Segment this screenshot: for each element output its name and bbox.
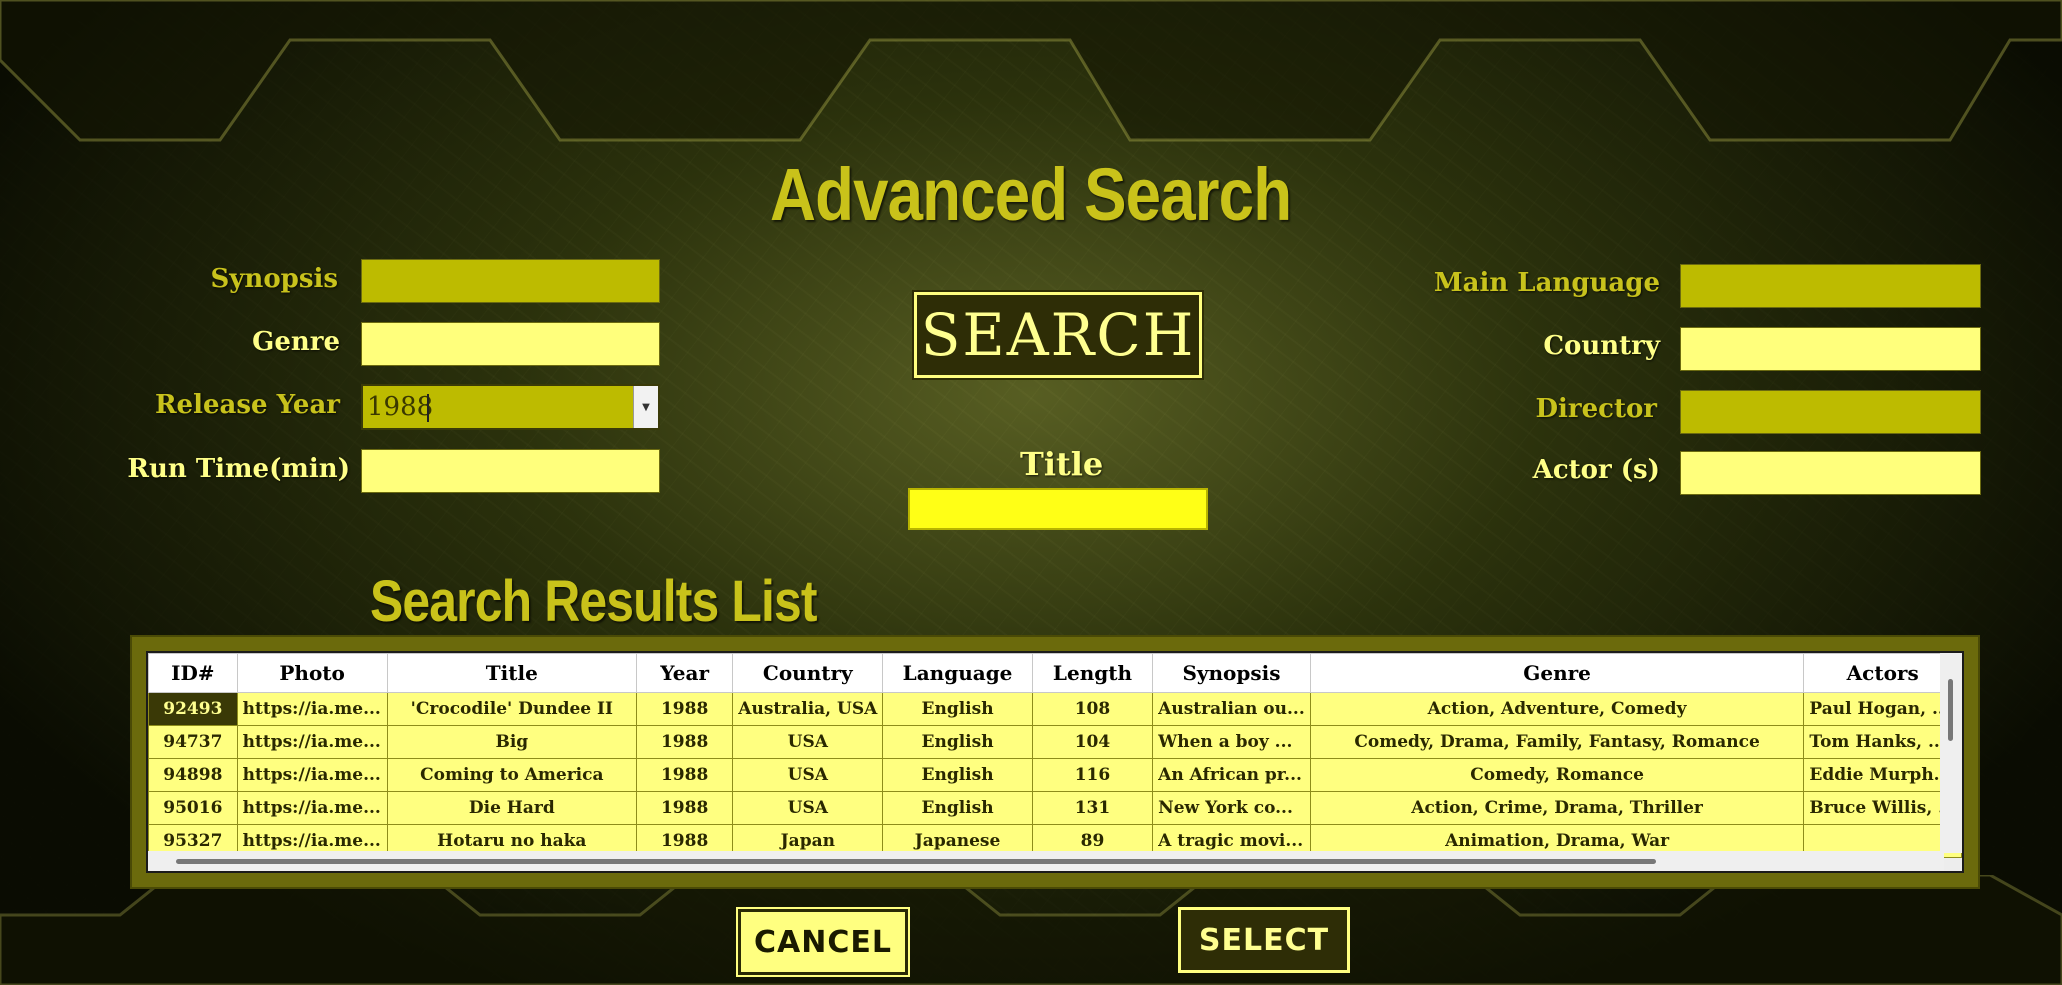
- results-panel: ID# Photo Title Year Country Language Le…: [130, 635, 1980, 889]
- cell-id[interactable]: 94737: [148, 725, 238, 759]
- cell-actors[interactable]: Paul Hogan, ...: [1803, 692, 1962, 726]
- cell-language[interactable]: English: [882, 692, 1033, 726]
- cell-id[interactable]: 95016: [148, 791, 238, 825]
- cell-synopsis[interactable]: An African pr...: [1152, 758, 1311, 792]
- main-language-label: Main Language: [1433, 268, 1660, 298]
- genre-field[interactable]: [361, 322, 660, 366]
- column-header-language[interactable]: Language: [882, 653, 1033, 693]
- table-header-row: ID# Photo Title Year Country Language Le…: [148, 653, 1962, 693]
- synopsis-field[interactable]: [361, 259, 660, 303]
- cancel-button[interactable]: CANCEL: [736, 907, 910, 977]
- cell-title[interactable]: 'Crocodile' Dundee II: [386, 692, 637, 726]
- cell-language[interactable]: English: [882, 791, 1033, 825]
- column-header-photo[interactable]: Photo: [236, 653, 388, 693]
- column-header-country[interactable]: Country: [732, 653, 884, 693]
- table-row[interactable]: 95016 https://ia.me... Die Hard 1988 USA…: [148, 791, 1962, 825]
- cell-synopsis[interactable]: When a boy ...: [1152, 725, 1311, 759]
- table-row[interactable]: 94737 https://ia.me... Big 1988 USA Engl…: [148, 725, 1962, 759]
- cell-id[interactable]: 94898: [148, 758, 238, 792]
- select-button[interactable]: SELECT: [1178, 907, 1350, 973]
- director-field[interactable]: [1680, 390, 1981, 434]
- table-row[interactable]: 94898 https://ia.me... Coming to America…: [148, 758, 1962, 792]
- bottom-hex-decoration: [0, 875, 2062, 985]
- main-language-field[interactable]: [1680, 264, 1981, 308]
- cell-title[interactable]: Big: [386, 725, 637, 759]
- vertical-scrollbar[interactable]: [1940, 653, 1962, 853]
- results-table[interactable]: ID# Photo Title Year Country Language Le…: [148, 653, 1962, 858]
- cell-actors[interactable]: Eddie Murph...: [1803, 758, 1962, 792]
- cell-photo[interactable]: https://ia.me...: [236, 692, 388, 726]
- cell-country[interactable]: Australia, USA: [732, 692, 884, 726]
- table-row[interactable]: 92493 https://ia.me... 'Crocodile' Dunde…: [148, 692, 1962, 726]
- cell-actors[interactable]: Tom Hanks, ...: [1803, 725, 1962, 759]
- runtime-field[interactable]: [361, 449, 660, 493]
- cell-length[interactable]: 104: [1031, 725, 1154, 759]
- column-header-genre[interactable]: Genre: [1309, 653, 1805, 693]
- column-header-id[interactable]: ID#: [148, 653, 238, 693]
- cell-year[interactable]: 1988: [635, 791, 734, 825]
- cell-length[interactable]: 108: [1031, 692, 1154, 726]
- cell-language[interactable]: English: [882, 758, 1033, 792]
- actors-label: Actor (s): [1532, 455, 1660, 485]
- synopsis-label: Synopsis: [210, 264, 338, 294]
- chevron-down-icon[interactable]: ▼: [633, 386, 658, 428]
- cell-length[interactable]: 116: [1031, 758, 1154, 792]
- cell-language[interactable]: English: [882, 725, 1033, 759]
- cell-title[interactable]: Coming to America: [386, 758, 637, 792]
- actors-field[interactable]: [1680, 451, 1981, 495]
- column-header-synopsis[interactable]: Synopsis: [1152, 653, 1311, 693]
- cell-actors[interactable]: Bruce Willis, ...: [1803, 791, 1962, 825]
- cell-year[interactable]: 1988: [635, 692, 734, 726]
- cell-genre[interactable]: Comedy, Romance: [1309, 758, 1805, 792]
- search-button[interactable]: SEARCH: [912, 290, 1204, 380]
- cell-genre[interactable]: Action, Crime, Drama, Thriller: [1309, 791, 1805, 825]
- cell-year[interactable]: 1988: [635, 758, 734, 792]
- cell-year[interactable]: 1988: [635, 725, 734, 759]
- vertical-scroll-thumb[interactable]: [1948, 679, 1953, 741]
- release-year-value[interactable]: 1988: [367, 392, 433, 422]
- release-year-combobox[interactable]: 1988 ▼: [361, 384, 660, 430]
- cell-synopsis[interactable]: New York co...: [1152, 791, 1311, 825]
- column-header-title[interactable]: Title: [386, 653, 637, 693]
- cell-photo[interactable]: https://ia.me...: [236, 725, 388, 759]
- cell-country[interactable]: USA: [732, 791, 884, 825]
- country-label: Country: [1543, 331, 1660, 361]
- results-heading: Search Results List: [370, 569, 817, 634]
- text-cursor: [427, 394, 429, 422]
- page-title: Advanced Search: [770, 153, 1292, 236]
- cell-photo[interactable]: https://ia.me...: [236, 758, 388, 792]
- cell-genre[interactable]: Action, Adventure, Comedy: [1309, 692, 1805, 726]
- cell-country[interactable]: USA: [732, 758, 884, 792]
- title-field[interactable]: [908, 488, 1208, 530]
- director-label: Director: [1535, 394, 1657, 424]
- column-header-year[interactable]: Year: [635, 653, 734, 693]
- cell-length[interactable]: 131: [1031, 791, 1154, 825]
- release-year-label: Release Year: [154, 390, 340, 420]
- cell-photo[interactable]: https://ia.me...: [236, 791, 388, 825]
- runtime-label: Run Time(min): [127, 454, 350, 484]
- cell-genre[interactable]: Comedy, Drama, Family, Fantasy, Romance: [1309, 725, 1805, 759]
- cell-synopsis[interactable]: Australian ou...: [1152, 692, 1311, 726]
- column-header-length[interactable]: Length: [1031, 653, 1154, 693]
- title-label: Title: [1020, 445, 1104, 483]
- country-field[interactable]: [1680, 327, 1981, 371]
- top-hex-decoration: [0, 0, 2062, 142]
- genre-label: Genre: [252, 327, 340, 357]
- results-table-container[interactable]: ID# Photo Title Year Country Language Le…: [146, 651, 1964, 873]
- horizontal-scrollbar[interactable]: [148, 851, 1944, 871]
- cell-country[interactable]: USA: [732, 725, 884, 759]
- column-header-actors[interactable]: Actors: [1803, 653, 1962, 693]
- cell-id[interactable]: 92493: [148, 692, 238, 726]
- cell-title[interactable]: Die Hard: [386, 791, 637, 825]
- horizontal-scroll-thumb[interactable]: [176, 859, 1656, 864]
